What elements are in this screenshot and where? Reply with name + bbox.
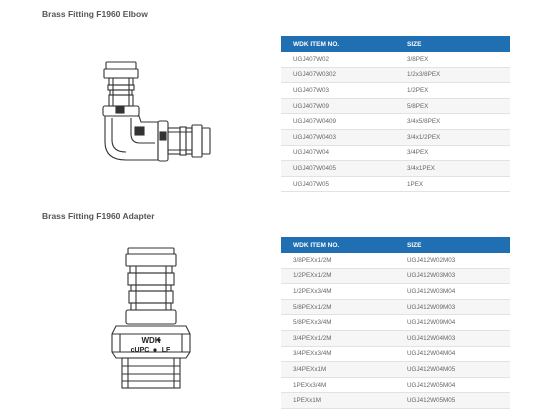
table-header-row: WDK ITEM NO. SIZE bbox=[281, 237, 510, 253]
table-row: 3/4PEXx1/2M UGJ412W04M03 bbox=[281, 330, 510, 347]
table-row: 1PEXx1M UGJ412W05M05 bbox=[281, 392, 510, 409]
item-no-cell: 1PEXx3/4M bbox=[281, 377, 395, 394]
elbow-section-title: Brass Fitting F1960 Elbow bbox=[42, 9, 148, 19]
size-cell: UGJ412W02M03 bbox=[395, 253, 510, 269]
marking-cupc: cUPC bbox=[131, 347, 150, 354]
size-cell: UGJ412W09M03 bbox=[395, 299, 510, 316]
item-no-cell: 1PEXx1M bbox=[281, 392, 395, 409]
column-header-item-no: WDK ITEM NO. bbox=[281, 36, 395, 52]
column-header-size: SIZE bbox=[395, 36, 510, 52]
table-row: UGJ407W0302 1/2x3/8PEX bbox=[281, 67, 510, 84]
marking-lf: LF bbox=[162, 347, 171, 354]
table-row: UGJ407W02 3/8PEX bbox=[281, 52, 510, 68]
item-no-cell: UGJ407W0405 bbox=[281, 160, 395, 177]
column-header-item-no: WDK ITEM NO. bbox=[281, 237, 395, 253]
size-cell: UGJ412W03M04 bbox=[395, 283, 510, 300]
column-header-size: SIZE bbox=[395, 237, 510, 253]
table-row: 3/4PEXx1M UGJ412W04M05 bbox=[281, 361, 510, 378]
item-no-cell: 3/4PEXx1M bbox=[281, 361, 395, 378]
table-row: 5/8PEXx1/2M UGJ412W09M03 bbox=[281, 299, 510, 316]
size-cell: 1/2PEX bbox=[395, 82, 510, 99]
item-no-cell: UGJ407W09 bbox=[281, 98, 395, 115]
table-row: UGJ407W0409 3/4x5/8PEX bbox=[281, 113, 510, 130]
item-no-cell: UGJ407W03 bbox=[281, 82, 395, 99]
item-no-cell: 3/4PEXx1/2M bbox=[281, 330, 395, 347]
size-cell: UGJ412W05M05 bbox=[395, 392, 510, 409]
item-no-cell: UGJ407W0302 bbox=[281, 67, 395, 84]
size-cell: 1/2x3/8PEX bbox=[395, 67, 510, 84]
size-cell: 3/4x1/2PEX bbox=[395, 129, 510, 146]
table-row: 1PEXx3/4M UGJ412W05M04 bbox=[281, 377, 510, 394]
table-row: UGJ407W05 1PEX bbox=[281, 176, 510, 193]
size-cell: 3/4x1PEX bbox=[395, 160, 510, 177]
size-cell: 3/4PEX bbox=[395, 145, 510, 162]
item-no-cell: UGJ407W05 bbox=[281, 176, 395, 193]
adapter-section-title: Brass Fitting F1960 Adapter bbox=[42, 211, 155, 221]
table-row: 3/8PEXx1/2M UGJ412W02M03 bbox=[281, 253, 510, 269]
elbow-fitting-illustration bbox=[102, 61, 211, 162]
adapter-spec-table: WDK ITEM NO. SIZE 3/8PEXx1/2M UGJ412W02M0… bbox=[281, 237, 510, 409]
size-cell: 3/4x5/8PEX bbox=[395, 113, 510, 130]
table-row: UGJ407W09 5/8PEX bbox=[281, 98, 510, 115]
table-row: UGJ407W0405 3/4x1PEX bbox=[281, 160, 510, 177]
size-cell: UGJ412W03M03 bbox=[395, 268, 510, 285]
item-no-cell: 3/8PEXx1/2M bbox=[281, 253, 395, 269]
table-row: UGJ407W0403 3/4x1/2PEX bbox=[281, 129, 510, 146]
item-no-cell: 5/8PEXx1/2M bbox=[281, 299, 395, 316]
item-no-cell: UGJ407W0403 bbox=[281, 129, 395, 146]
item-no-cell: UGJ407W04 bbox=[281, 145, 395, 162]
table-row: 5/8PEXx3/4M UGJ412W09M04 bbox=[281, 314, 510, 331]
item-no-cell: 1/2PEXx1/2M bbox=[281, 268, 395, 285]
table-header-row: WDK ITEM NO. SIZE bbox=[281, 36, 510, 52]
item-no-cell: 1/2PEXx3/4M bbox=[281, 283, 395, 300]
item-no-cell: UGJ407W02 bbox=[281, 52, 395, 68]
size-cell: UGJ412W04M03 bbox=[395, 330, 510, 347]
table-row: 1/2PEXx3/4M UGJ412W03M04 bbox=[281, 283, 510, 300]
adapter-fitting-illustration: WDK cUPC LF bbox=[111, 247, 191, 389]
table-row: 1/2PEXx1/2M UGJ412W03M03 bbox=[281, 268, 510, 285]
size-cell: 3/8PEX bbox=[395, 52, 510, 68]
size-cell: UGJ412W09M04 bbox=[395, 314, 510, 331]
table-row: 3/4PEXx3/4M UGJ412W04M04 bbox=[281, 346, 510, 363]
item-no-cell: 5/8PEXx3/4M bbox=[281, 314, 395, 331]
table-row: UGJ407W04 3/4PEX bbox=[281, 145, 510, 162]
size-cell: 1PEX bbox=[395, 176, 510, 193]
size-cell: UGJ412W04M05 bbox=[395, 361, 510, 378]
size-cell: 5/8PEX bbox=[395, 98, 510, 115]
size-cell: UGJ412W05M04 bbox=[395, 377, 510, 394]
item-no-cell: UGJ407W0409 bbox=[281, 113, 395, 130]
elbow-spec-table: WDK ITEM NO. SIZE UGJ407W02 3/8PEX UGJ407… bbox=[281, 36, 510, 193]
table-row: UGJ407W03 1/2PEX bbox=[281, 82, 510, 99]
size-cell: UGJ412W04M04 bbox=[395, 346, 510, 363]
item-no-cell: 3/4PEXx3/4M bbox=[281, 346, 395, 363]
